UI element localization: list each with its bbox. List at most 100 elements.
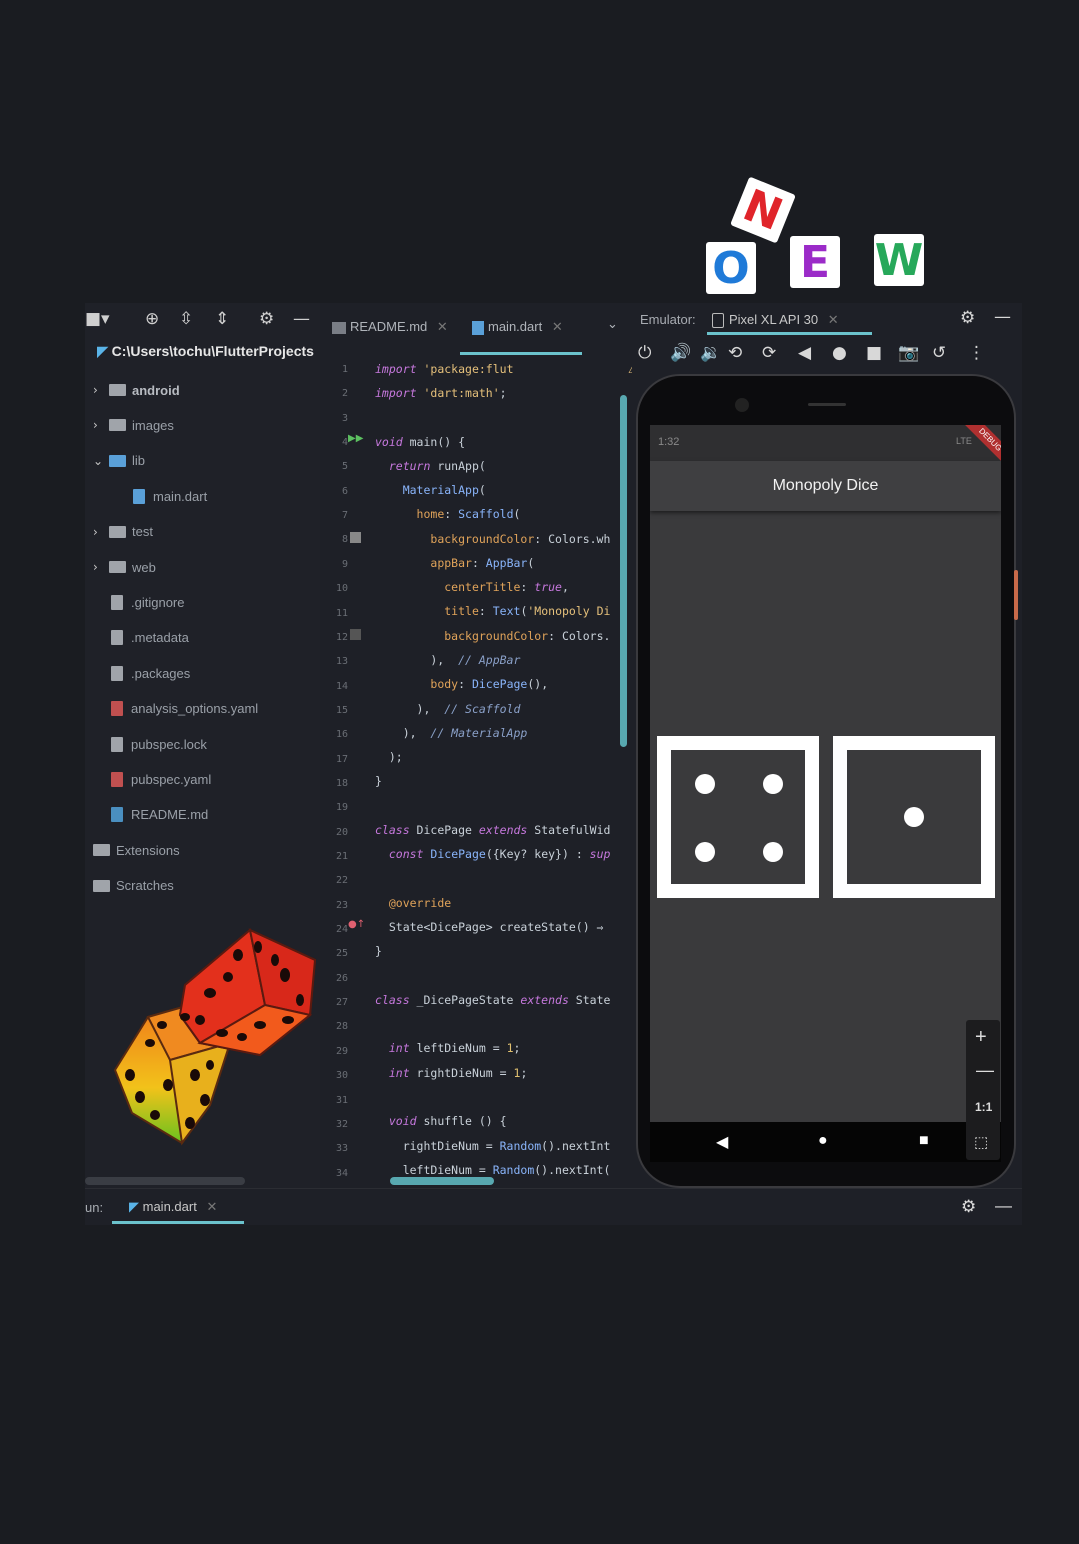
status-right: LTE: [956, 436, 972, 446]
color-swatch: [350, 532, 361, 543]
run-gutter-icon[interactable]: ▶▶: [348, 433, 363, 444]
tree-item-label: .gitignore: [131, 594, 185, 610]
rotate-left-icon[interactable]: ⟲: [728, 343, 742, 363]
gear-icon[interactable]: ⚙: [960, 308, 975, 328]
tree-item-gitignore[interactable]: .gitignore: [111, 590, 184, 614]
line-number: 8: [341, 534, 348, 546]
line-number: 3: [341, 412, 348, 424]
line-number: 1: [341, 364, 348, 375]
line-number: 28: [335, 1021, 348, 1033]
nav-back-icon[interactable]: ◀: [716, 1132, 728, 1152]
tree-item-android[interactable]: › android: [93, 378, 180, 402]
file-icon: [111, 665, 123, 681]
tree-item-packages[interactable]: .packages: [111, 661, 190, 685]
right-die[interactable]: [833, 736, 995, 898]
chevron-down-icon[interactable]: ⌄: [607, 317, 618, 332]
tree-item-label: test: [132, 524, 153, 540]
rotate-right-icon[interactable]: ⟳: [762, 343, 776, 363]
zoom-out-icon[interactable]: —: [976, 1060, 994, 1081]
folder-icon: [109, 419, 126, 432]
tree-item-analysis-options-yaml[interactable]: analysis_options.yaml: [111, 697, 258, 721]
front-camera: [735, 398, 749, 412]
left-die[interactable]: [657, 736, 819, 898]
code-editor[interactable]: 1 2 3 4 5 6 7 8 9 10 11 12 13 14 15 16 17 18 19 20 21 22 23 24 2…: [320, 355, 632, 1188]
line-number: 19: [335, 802, 348, 814]
tree-item-pubspec-yaml[interactable]: pubspec.yaml: [111, 767, 211, 791]
status-bar: 1:32 LTE DEBUG: [650, 425, 1001, 474]
override-gutter-icon[interactable]: ●↑: [348, 919, 365, 930]
line-number: 12: [335, 631, 348, 643]
nav-home-icon[interactable]: ●: [818, 1132, 828, 1150]
fit-screen-icon[interactable]: ⬚: [974, 1133, 988, 1151]
line-number: 27: [335, 997, 348, 1009]
project-path[interactable]: ◤ C:\Users\tochu\FlutterProjects: [97, 343, 320, 360]
overview-icon[interactable]: ■: [866, 343, 882, 363]
file-icon: [111, 630, 123, 646]
run-tab-main-dart[interactable]: ◤ main.dart ✕: [129, 1199, 217, 1215]
tree-item-label: lib: [132, 453, 146, 469]
collapse-all-icon[interactable]: ⇕: [215, 309, 229, 329]
line-number: 11: [335, 607, 348, 619]
chevron-right-icon[interactable]: ›: [93, 525, 109, 539]
line-number: 24: [335, 924, 348, 936]
tree-item-label: Extensions: [116, 842, 180, 858]
zoom-in-icon[interactable]: +: [975, 1026, 987, 1049]
tree-item-pubspec-lock[interactable]: pubspec.lock: [111, 732, 207, 756]
tree-item-images[interactable]: › images: [93, 413, 174, 437]
folder-icon: [109, 454, 126, 467]
camera-icon[interactable]: 📷: [898, 343, 919, 363]
file-icon: [111, 736, 123, 752]
snapshot-icon[interactable]: ↺: [932, 343, 946, 363]
close-icon[interactable]: ✕: [437, 319, 448, 334]
close-icon[interactable]: ✕: [206, 1199, 217, 1214]
line-number: 5: [341, 461, 348, 473]
chevron-right-icon[interactable]: ›: [93, 560, 109, 574]
editor-horizontal-scrollbar[interactable]: [390, 1177, 494, 1185]
zoom-1-1[interactable]: 1:1: [975, 1100, 992, 1114]
home-icon[interactable]: ●: [832, 343, 847, 363]
emulator-header: Emulator: Pixel XL API 30 ✕ ⚙ —: [632, 303, 1022, 335]
close-icon[interactable]: ✕: [828, 312, 839, 327]
line-number: 6: [341, 485, 348, 497]
power-icon[interactable]: ⏻: [638, 343, 651, 363]
tree-item-readme-md[interactable]: README.md: [111, 803, 208, 827]
gear-icon[interactable]: ⚙: [259, 309, 274, 329]
tree-item-extensions[interactable]: Extensions: [93, 838, 180, 862]
chevron-right-icon[interactable]: ›: [93, 418, 109, 432]
editor-vertical-scrollbar[interactable]: [620, 395, 627, 747]
close-icon[interactable]: ✕: [552, 319, 563, 334]
back-icon[interactable]: ◀: [798, 343, 811, 363]
locate-icon[interactable]: ⊕: [145, 309, 159, 329]
tab-device[interactable]: Pixel XL API 30 ✕: [712, 312, 839, 329]
line-number: 25: [335, 948, 348, 960]
run-tab-indicator: [112, 1221, 244, 1224]
project-horizontal-scrollbar[interactable]: [85, 1177, 245, 1185]
tree-item-lib[interactable]: ⌄ lib: [93, 449, 145, 473]
chevron-right-icon[interactable]: ›: [93, 383, 109, 397]
phone-screen[interactable]: 1:32 LTE DEBUG Monopoly Dice ◀ ● ■: [650, 425, 1001, 1162]
flutter-icon: ◤: [129, 1199, 139, 1214]
tree-item-test[interactable]: › test: [93, 520, 153, 544]
tab-main-dart[interactable]: main.dart ✕: [472, 319, 563, 335]
expand-all-icon[interactable]: ⇳: [179, 309, 193, 329]
tree-item-label: pubspec.yaml: [131, 771, 212, 787]
tree-item-scratches[interactable]: Scratches: [93, 874, 174, 898]
volume-down-icon[interactable]: 🔉: [700, 343, 721, 363]
tree-item-label: pubspec.lock: [131, 736, 207, 752]
volume-up-icon[interactable]: 🔊: [670, 343, 691, 363]
minimize-icon[interactable]: —: [995, 1196, 1012, 1216]
gear-icon[interactable]: ⚙: [961, 1197, 976, 1217]
chevron-down-icon[interactable]: ⌄: [93, 454, 109, 468]
tree-item-web[interactable]: › web: [93, 555, 156, 579]
tree-item-main-dart[interactable]: main.dart: [133, 484, 207, 508]
more-icon[interactable]: ⋮: [968, 343, 985, 363]
nav-overview-icon[interactable]: ■: [919, 1132, 929, 1150]
folder-icon: [93, 844, 110, 857]
minimize-icon[interactable]: —: [994, 307, 1011, 327]
letter-w-block: W: [874, 234, 924, 286]
line-number: 20: [335, 826, 348, 838]
minimize-icon[interactable]: —: [293, 309, 310, 329]
tab-readme[interactable]: README.md ✕: [332, 319, 448, 335]
tree-item-metadata[interactable]: .metadata: [111, 626, 189, 650]
folder-dropdown-icon[interactable]: ■▾: [85, 309, 110, 329]
